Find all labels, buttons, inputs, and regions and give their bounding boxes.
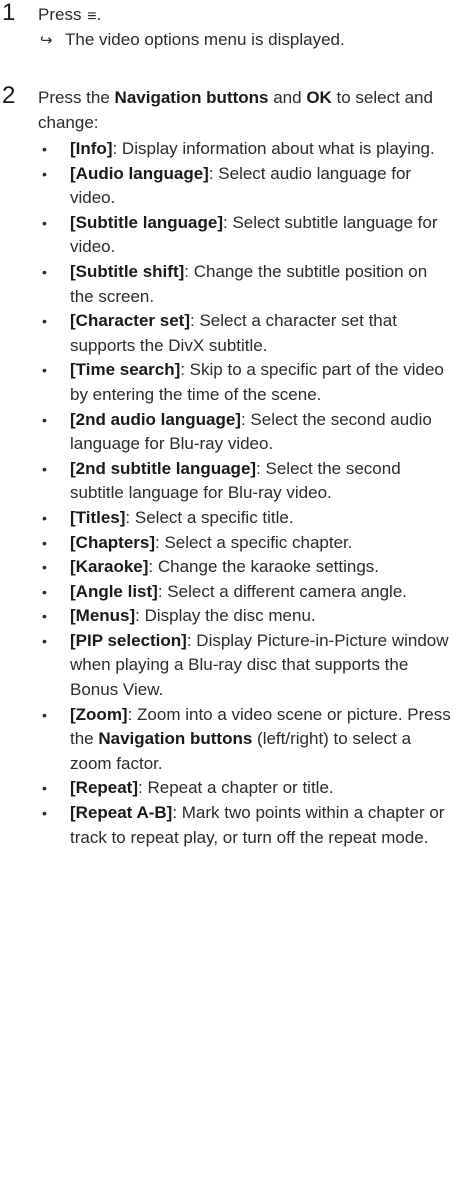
result-text: The video options menu is displayed. (65, 30, 345, 49)
list-item-menus: • [Menus]: Display the disc menu. (38, 604, 455, 629)
option-description: : Select a specific title. (125, 507, 294, 527)
option-name: [Karaoke] (70, 557, 149, 577)
instruction-period: . (96, 5, 102, 24)
list-item-karaoke: • [Karaoke]: Change the karaoke settings. (38, 555, 455, 580)
step-number: 2 (2, 82, 16, 109)
menu-lines-icon: ≡ (87, 8, 97, 25)
list-item-subtitle-shift: • [Subtitle shift]: Change the subtitle p… (38, 260, 455, 309)
list-item-zoom: • [Zoom]: Zoom into a video scene or pict… (38, 703, 455, 777)
instruction-text: and (268, 88, 307, 107)
option-name: [Titles] (70, 507, 126, 527)
option-name: [Repeat A-B] (70, 803, 173, 823)
bullet-icon: • (42, 313, 47, 330)
option-name: [Menus] (70, 606, 136, 626)
list-item-pip-selection: • [PIP selection]: Display Picture-in-Pic… (38, 629, 455, 703)
bullet-icon: • (42, 780, 47, 797)
instruction-text: Press the (38, 88, 115, 107)
bullet-icon: • (42, 411, 47, 428)
step-number: 1 (2, 0, 16, 26)
option-name: [Angle list] (70, 581, 158, 601)
bullet-icon: • (42, 534, 47, 551)
option-name: [Info] (70, 139, 113, 158)
bullet-icon: • (42, 509, 47, 526)
option-name: [Subtitle language] (70, 212, 223, 232)
bullet-icon: • (42, 141, 47, 157)
option-name: [Audio language] (70, 163, 209, 183)
option-name: [2nd audio language] (70, 409, 241, 429)
bullet-icon: • (42, 263, 47, 280)
option-description: : Select a different camera angle. (157, 581, 408, 601)
step-instruction: Press the Navigation buttons and OK to s… (38, 85, 453, 135)
manual-page: 1 Press ≡. ↪ The video options menu is di… (0, 0, 461, 1195)
option-description: : Display the disc menu. (135, 606, 316, 626)
option-name: [PIP selection] (70, 630, 187, 650)
list-item-2nd-subtitle-language: • [2nd subtitle language]: Select the sec… (38, 457, 455, 506)
list-item-subtitle-language: • [Subtitle language]: Select subtitle la… (38, 211, 455, 260)
list-item-titles: • [Titles]: Select a specific title. (38, 506, 455, 531)
list-item-chapters: • [Chapters]: Select a specific chapter. (38, 531, 455, 556)
option-description: : Change the karaoke settings. (148, 557, 380, 577)
option-name: [Character set] (70, 311, 190, 331)
list-item-repeat: • [Repeat]: Repeat a chapter or title. (38, 776, 455, 801)
navigation-buttons-label: Navigation buttons (114, 88, 269, 107)
option-name: [Subtitle shift] (70, 261, 185, 281)
option-description: : Select a specific chapter. (155, 532, 353, 552)
list-item-angle-list: • [Angle list]: Select a different camera… (38, 580, 455, 605)
option-name: [Zoom] (70, 704, 128, 724)
option-name: [Chapters] (70, 532, 156, 552)
option-description: : Display information about what is play… (112, 139, 435, 158)
list-item-audio-language: • [Audio language]: Select audio language… (38, 162, 455, 211)
step-instruction: Press ≡. (38, 2, 453, 29)
option-name: [2nd subtitle language] (70, 458, 257, 478)
navigation-buttons-label: Navigation buttons (98, 729, 253, 749)
bullet-icon: • (42, 165, 47, 182)
bullet-icon: • (42, 583, 47, 600)
bullet-icon: • (42, 632, 47, 649)
ok-label: OK (306, 88, 332, 107)
bullet-icon: • (42, 608, 47, 625)
list-item-2nd-audio-language: • [2nd audio language]: Select the second… (38, 408, 455, 457)
bullet-icon: • (42, 706, 47, 723)
bullet-icon: • (42, 362, 47, 379)
step-result: ↪ The video options menu is displayed. (40, 27, 455, 53)
bullet-icon: • (42, 460, 47, 477)
bullet-icon: • (42, 214, 47, 231)
list-item-time-search: • [Time search]: Skip to a specific part … (38, 358, 455, 407)
result-arrow-icon: ↪ (40, 32, 53, 49)
option-name: [Time search] (70, 360, 181, 380)
option-description: : Repeat a chapter or title. (138, 778, 334, 798)
list-item-repeat-a-b: • [Repeat A-B]: Mark two points within a … (38, 801, 455, 850)
instruction-text: Press (38, 5, 87, 24)
bullet-icon: • (42, 559, 47, 576)
option-name: [Repeat] (70, 778, 139, 798)
option-list: • [Info]: Display information about what … (38, 137, 455, 850)
bullet-icon: • (42, 805, 47, 822)
list-item-character-set: • [Character set]: Select a character set… (38, 309, 455, 358)
list-item-info: • [Info]: Display information about what … (38, 137, 455, 162)
